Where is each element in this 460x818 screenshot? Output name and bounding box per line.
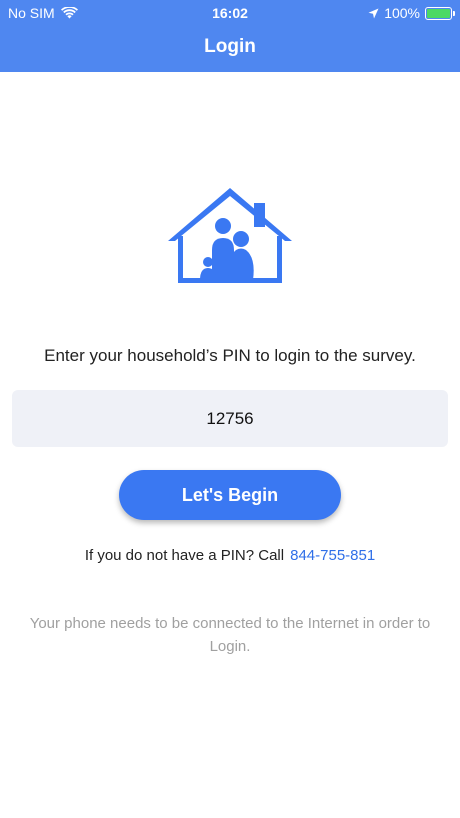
pin-help-text: If you do not have a PIN? Call — [84, 547, 285, 564]
pin-help: If you do not have a PIN? Call 844-755-85… — [0, 547, 460, 564]
pin-input[interactable] — [12, 390, 448, 447]
battery-percent: 100% — [384, 5, 420, 21]
location-arrow-icon — [368, 8, 379, 18]
status-bar: No SIM 16:02 100% — [0, 0, 460, 26]
battery-charging-icon — [425, 6, 455, 20]
battery-level — [427, 8, 450, 18]
status-right: 100% — [368, 5, 455, 21]
page-title: Login — [204, 36, 256, 57]
battery-cap — [453, 10, 455, 16]
phone-link[interactable]: 844-755-851 — [290, 547, 375, 564]
nav-bar: Login — [0, 26, 460, 72]
instruction-text: Enter your household’s PIN to login to t… — [44, 346, 416, 365]
lets-begin-button[interactable]: Let's Begin — [119, 470, 341, 520]
internet-note: Your phone needs to be connected to the … — [29, 615, 431, 655]
house-family-icon — [168, 188, 292, 283]
